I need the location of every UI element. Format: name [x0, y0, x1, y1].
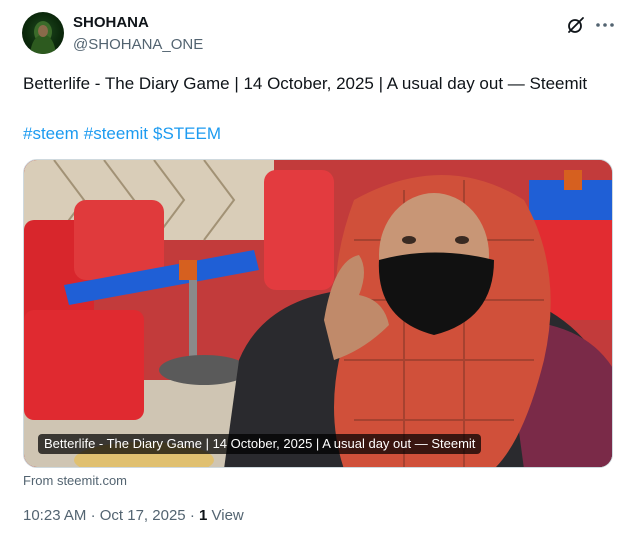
avatar[interactable]	[22, 12, 64, 54]
tweet-text: Betterlife - The Diary Game | 14 October…	[23, 74, 588, 93]
ellipsis-icon	[596, 23, 614, 27]
media-card[interactable]: Betterlife - The Diary Game | 14 October…	[23, 159, 613, 468]
link-source[interactable]: From steemit.com	[23, 473, 127, 488]
views-label: View	[211, 507, 244, 524]
meta-separator: ·	[90, 507, 96, 524]
author-handle[interactable]: @SHOHANA_ONE	[73, 36, 203, 53]
hashtag-list: #steem #steemit $STEEM	[23, 121, 221, 146]
post-time[interactable]: 10:23 AM	[23, 507, 86, 524]
tweet-meta: 10:23 AM · Oct 17, 2025 · 1 View	[23, 507, 244, 524]
media-caption: Betterlife - The Diary Game | 14 October…	[38, 434, 482, 454]
tweet-card: SHOHANA @SHOHANA_ONE Betterlife - The Di…	[0, 0, 640, 539]
views-count: 1	[198, 507, 208, 524]
avatar-image	[30, 21, 56, 54]
media-photo	[24, 160, 612, 467]
post-date[interactable]: Oct 17, 2025	[100, 507, 186, 524]
x-slash-icon	[568, 17, 584, 33]
more-icon[interactable]	[594, 15, 616, 35]
author-name[interactable]: SHOHANA	[73, 14, 149, 31]
meta-separator-2: ·	[189, 507, 195, 524]
grok-icon[interactable]	[566, 15, 586, 35]
cashtag-steem[interactable]: $STEEM	[153, 124, 221, 143]
hashtag-steemit[interactable]: #steemit	[84, 124, 148, 143]
hashtag-steem[interactable]: #steem	[23, 124, 79, 143]
